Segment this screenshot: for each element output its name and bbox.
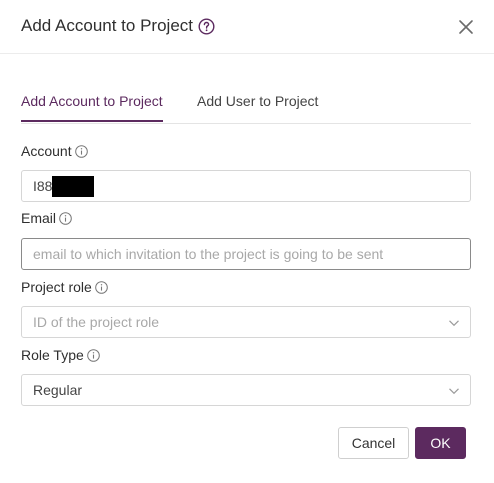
role-type-label: Role Type [21,347,100,363]
project-role-label-text: Project role [21,279,92,295]
role-type-value: Regular [33,382,83,398]
email-field[interactable]: email to which invitation to the project… [21,238,471,270]
project-role-select[interactable]: ID of the project role [21,306,471,338]
project-role-label: Project role [21,279,108,295]
account-label-text: Account [21,143,72,159]
info-icon [59,211,72,225]
role-type-select[interactable]: Regular [21,374,471,406]
ok-button[interactable]: OK [415,427,466,459]
chevron-down-icon [449,388,459,395]
tab-add-account[interactable]: Add Account to Project [21,93,163,122]
cancel-button[interactable]: Cancel [338,427,409,459]
project-role-placeholder: ID of the project role [33,314,160,330]
dialog-title-text: Add Account to Project [21,16,193,35]
role-type-label-text: Role Type [21,347,84,363]
account-label: Account [21,143,88,159]
info-icon [74,144,88,158]
info-icon [95,280,108,294]
dialog-title: Add Account to Project [21,16,215,36]
email-label-text: Email [21,210,57,226]
account-value: I88 [33,178,53,194]
email-label: Email [21,210,72,226]
info-icon [86,348,100,362]
email-placeholder: email to which invitation to the project… [33,246,384,262]
close-icon[interactable] [457,18,475,36]
dialog-header: Add Account to Project [0,0,494,54]
tab-add-user[interactable]: Add User to Project [197,93,318,120]
add-account-dialog: Add Account to Project Add Account to Pr… [0,0,494,483]
account-field[interactable]: I88 [21,170,471,202]
redacted-block [52,175,95,197]
tab-bar: Add Account to Project Add User to Proje… [21,82,471,124]
question-circle-icon[interactable] [198,17,215,35]
chevron-down-icon [449,320,459,327]
